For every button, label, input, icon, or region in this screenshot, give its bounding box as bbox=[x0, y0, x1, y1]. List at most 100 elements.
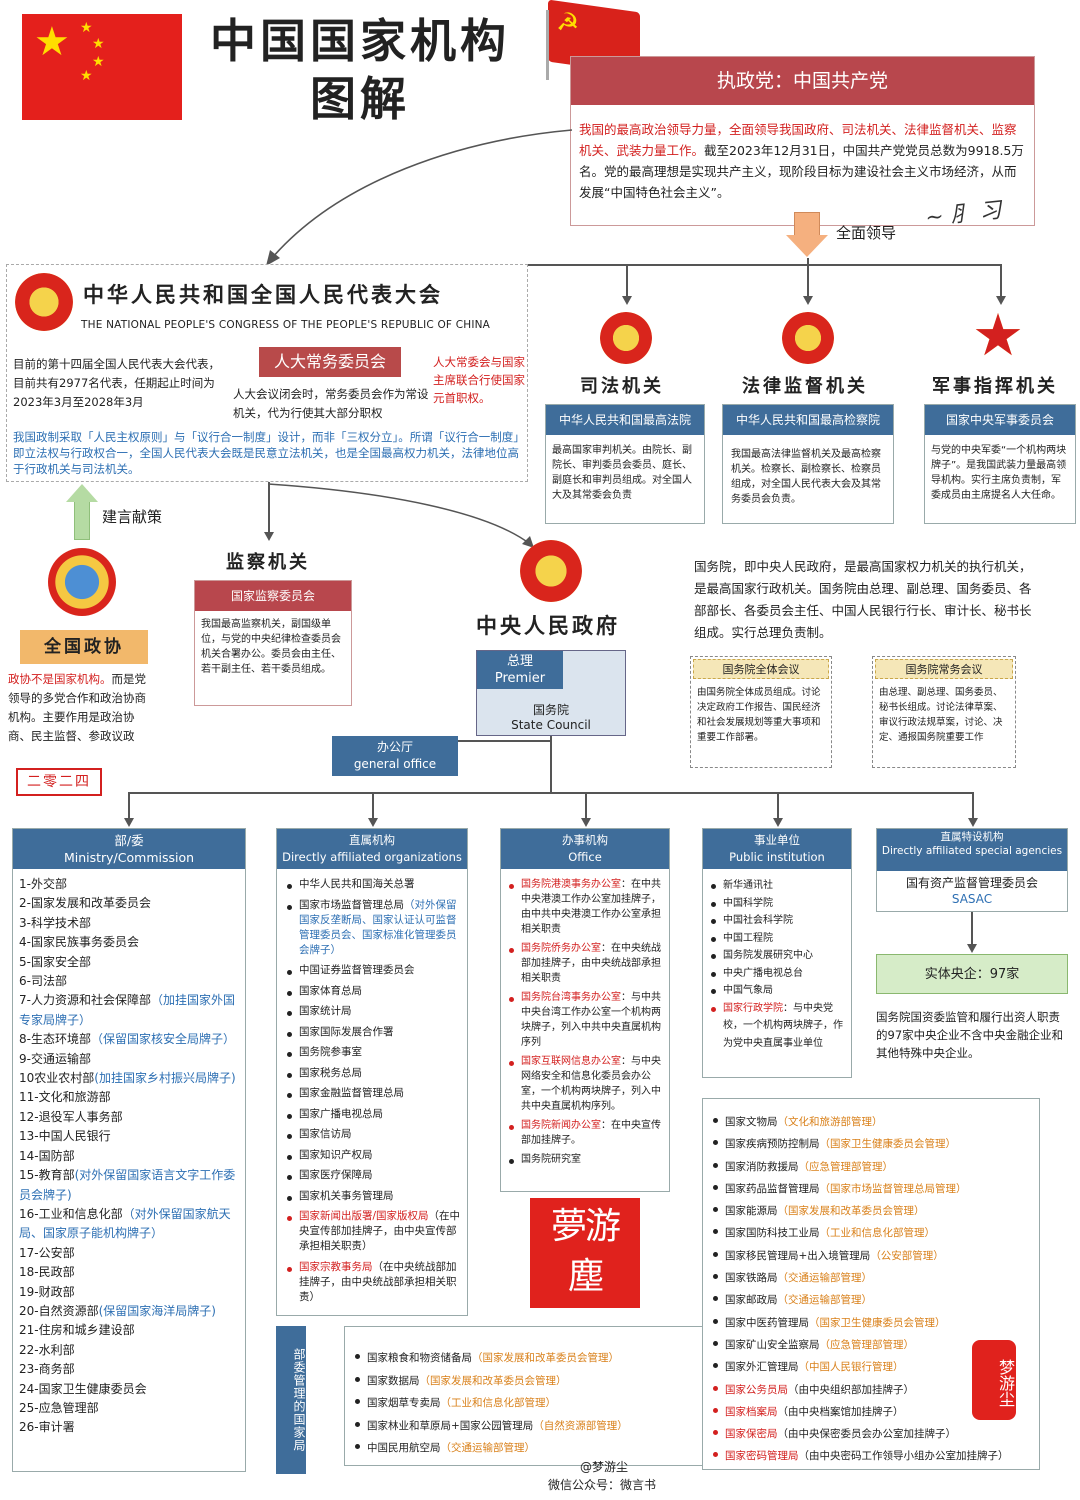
ministries-header: 部/委 Ministry/Commission bbox=[13, 829, 245, 869]
supervision-box: 国家监察委员会 我国最高监察机关，副国级单位，与党的中央纪律检查委员会机关合署办… bbox=[194, 580, 352, 706]
ministry-item: 1-外交部 bbox=[19, 875, 239, 894]
offices-header: 办事机构 Office bbox=[501, 829, 669, 869]
affiliated-item: 国家金融监督管理总局 bbox=[285, 1086, 461, 1101]
bureau-item: 国家邮政局（交通运输部管理） bbox=[711, 1289, 1033, 1311]
ministry-name: 1-外交部 bbox=[19, 877, 67, 891]
ministry-item: 15-教育部(对外保留国家语言文字工作委员会牌子) bbox=[19, 1166, 239, 1205]
institutions-title-cn: 事业单位 bbox=[754, 833, 800, 847]
institution-item: 中国工程院 bbox=[709, 930, 845, 948]
court-emblem-icon bbox=[600, 312, 652, 364]
executive-title: 国务院常务会议 bbox=[875, 659, 1013, 679]
bureau-item: 国家消防救援局（应急管理部管理） bbox=[711, 1156, 1033, 1178]
office-name: 国务院新闻办公室 bbox=[521, 1120, 601, 1131]
premier-box: 总理 Premier 国务院 State Council bbox=[476, 650, 626, 736]
ministry-name: 16-工业和信息化部 bbox=[19, 1206, 123, 1221]
office-item: 国务院台湾事务办公室：与中共中央台湾工作办公室一个机构两块牌子，列入中共中央直属… bbox=[507, 990, 663, 1050]
affiliated-item: 国家税务总局 bbox=[285, 1066, 461, 1081]
office-item: 国务院侨务办公室：在中央统战部加挂牌子，由中央统战部承担相关职责 bbox=[507, 941, 663, 986]
premier-down-line bbox=[550, 736, 552, 792]
premier-en: Premier bbox=[494, 671, 546, 686]
institutions-header: 事业单位 Public institution bbox=[703, 829, 851, 869]
bureau-name: 国家铁路局 bbox=[725, 1272, 778, 1285]
dist-arrow-3 bbox=[581, 818, 591, 827]
institution-name: 中国工程院 bbox=[723, 932, 773, 944]
npc-principle: 我国政制采取「人民主权原则」与「议行合一制度」设计，而非「三权分立」。所谓「议行… bbox=[13, 430, 519, 476]
office-name: 国家互联网信息办公室 bbox=[521, 1056, 621, 1067]
dist-down-3 bbox=[585, 792, 587, 818]
office-name: 国务院研究室 bbox=[521, 1154, 581, 1165]
institution-item: 中国科学院 bbox=[709, 895, 845, 913]
institutions-list: 新华通讯社 中国科学院 中国社会科学院 中国工程院 国务院发展研究中心 中央广播电视总台中… bbox=[703, 869, 851, 1052]
bureau-note: （公安部管理） bbox=[870, 1249, 944, 1262]
institution-name: 中央广播电视总台 bbox=[723, 967, 803, 979]
ministry-name: 17-公安部 bbox=[19, 1245, 75, 1260]
ministries-box: 部/委 Ministry/Commission 1-外交部 2-国家发展和改革委员… bbox=[12, 828, 246, 1472]
ministry-item: 10农业农村部(加挂国家乡村振兴局牌子) bbox=[19, 1069, 239, 1088]
bureau-name: 国家矿山安全监察局 bbox=[725, 1338, 820, 1351]
ministry-name: 15-教育部 bbox=[19, 1168, 75, 1183]
bureau-name: 国家粮食和物资储备局 bbox=[367, 1352, 472, 1364]
dist-down-1 bbox=[128, 792, 130, 818]
npc-standing-title: 人大常务委员会 bbox=[259, 347, 401, 377]
procuratorate-title: 中华人民共和国最高检察院 bbox=[723, 405, 893, 435]
bureau-name: 国家邮政局 bbox=[725, 1294, 778, 1307]
flag-small-star-icon: ★ bbox=[80, 68, 93, 84]
ministry-name: 3-科学技术部 bbox=[19, 915, 91, 930]
institution-name: 国务院发展研究中心 bbox=[723, 950, 813, 961]
affiliated-name: 国家宗教事务局 bbox=[299, 1260, 373, 1273]
bureau-item: 国家保密局（由中央保密委员会办公室加挂牌子） bbox=[711, 1423, 1033, 1445]
affiliated-name: 中华人民共和国海关总署 bbox=[299, 878, 415, 890]
ministry-name: 19-财政部 bbox=[19, 1284, 75, 1299]
office-connector bbox=[458, 740, 550, 742]
flag-big-star-icon: ★ bbox=[34, 19, 70, 65]
ministry-name: 22-水利部 bbox=[19, 1342, 75, 1357]
ministries-list: 1-外交部 2-国家发展和改革委员会 3-科学技术部 4-国家民族事务委员会 5-国家安… bbox=[13, 869, 245, 1438]
plenary-box: 国务院全体会议 由国务院全体成员组成。讨论决定政府工作报告、国民经济和社会发展规… bbox=[690, 656, 832, 768]
ministry-item: 20-自然资源部(保留国家海洋局牌子) bbox=[19, 1302, 239, 1321]
ministry-note: (加挂国家乡村振兴局牌子) bbox=[94, 1071, 236, 1086]
bureau-name: 国家保密局 bbox=[725, 1428, 778, 1441]
affiliated-item: 国家国际发展合作署 bbox=[285, 1025, 461, 1040]
affiliated-item: 中华人民共和国海关总署 bbox=[285, 877, 461, 892]
judicial-heading: 司法机关 bbox=[580, 376, 664, 397]
bureau-note: （应急管理部管理） bbox=[798, 1160, 894, 1173]
ministry-item: 4-国家民族事务委员会 bbox=[19, 933, 239, 952]
special-header: 直属特设机构 Directly affiliated special agenc… bbox=[877, 829, 1067, 871]
title-line-1: 中国国家机构 bbox=[210, 14, 510, 68]
bureau-note: （国家发展和改革委员会管理） bbox=[777, 1205, 925, 1218]
national-emblem-icon bbox=[15, 273, 73, 331]
flag-small-star-icon: ★ bbox=[92, 54, 105, 70]
institution-item: 国家行政学院：与中央党校，一个机构两块牌子，作为党中央直属事业单位 bbox=[709, 1000, 845, 1053]
military-star-icon: ★ bbox=[972, 301, 1024, 369]
ministry-item: 25-应急管理部 bbox=[19, 1399, 239, 1418]
managed-label: 部委管理的国家局 bbox=[276, 1326, 306, 1474]
npc-title-cn: 中华人民共和国全国人民代表大会 bbox=[83, 282, 443, 307]
bureau-name: 国家能源局 bbox=[725, 1205, 778, 1218]
cppcc-desc-red: 政协不是国家机构。 bbox=[8, 672, 112, 686]
bureau-item: 国家国防科技工业局（工业和信息化部管理） bbox=[711, 1222, 1033, 1244]
ministry-item: 7-人力资源和社会保障部（加挂国家外国专家局牌子） bbox=[19, 991, 239, 1030]
ministry-name: 4-国家民族事务委员会 bbox=[19, 935, 139, 950]
ministry-item: 8-生态环境部（保留国家核安全局牌子） bbox=[19, 1030, 239, 1049]
office-item: 国务院新闻办公室：在中央宣传部加挂牌子。 bbox=[507, 1118, 663, 1148]
affiliated-name: 国家信访局 bbox=[299, 1128, 352, 1140]
sasac-en: SASAC bbox=[951, 892, 993, 906]
general-office-en: general office bbox=[353, 757, 437, 771]
affiliated-name: 国家国际发展合作署 bbox=[299, 1025, 394, 1038]
ministry-name: 14-国防部 bbox=[19, 1148, 75, 1163]
bureau-item: 国家数据局（国家发展和改革委员会管理） bbox=[353, 1370, 697, 1393]
affiliated-item: 国家宗教事务局（在中央统战部加挂牌子，由中央统战部承担相关职责） bbox=[285, 1260, 461, 1305]
bureau-item: 国家疾病预防控制局（国家卫生健康委员会管理） bbox=[711, 1133, 1033, 1155]
sasac-cn: 国有资产监督管理委员会 bbox=[905, 876, 1038, 890]
institution-name: 中国社会科学院 bbox=[723, 915, 793, 926]
affiliated-item: 国家体育总局 bbox=[285, 984, 461, 999]
institution-item: 中央广播电视总台 bbox=[709, 965, 845, 983]
plenary-desc: 由国务院全体成员组成。讨论决定政府工作报告、国民经济和社会发展规划等重大事项和重… bbox=[697, 687, 821, 743]
bureau-name: 国家林业和草原局+国家公园管理局 bbox=[367, 1419, 534, 1432]
date-stamp: 二零二四 bbox=[16, 768, 102, 796]
dist-down-4 bbox=[777, 792, 779, 818]
ministry-item: 6-司法部 bbox=[19, 972, 239, 991]
military-desc: 与党的中央军委“一个机构两块牌子”。是我国武装力量最高领导机构。实行主席负责制，… bbox=[931, 445, 1067, 501]
party-flag-pole bbox=[546, 10, 549, 80]
bureau-name: 国家公务员局 bbox=[725, 1383, 788, 1396]
